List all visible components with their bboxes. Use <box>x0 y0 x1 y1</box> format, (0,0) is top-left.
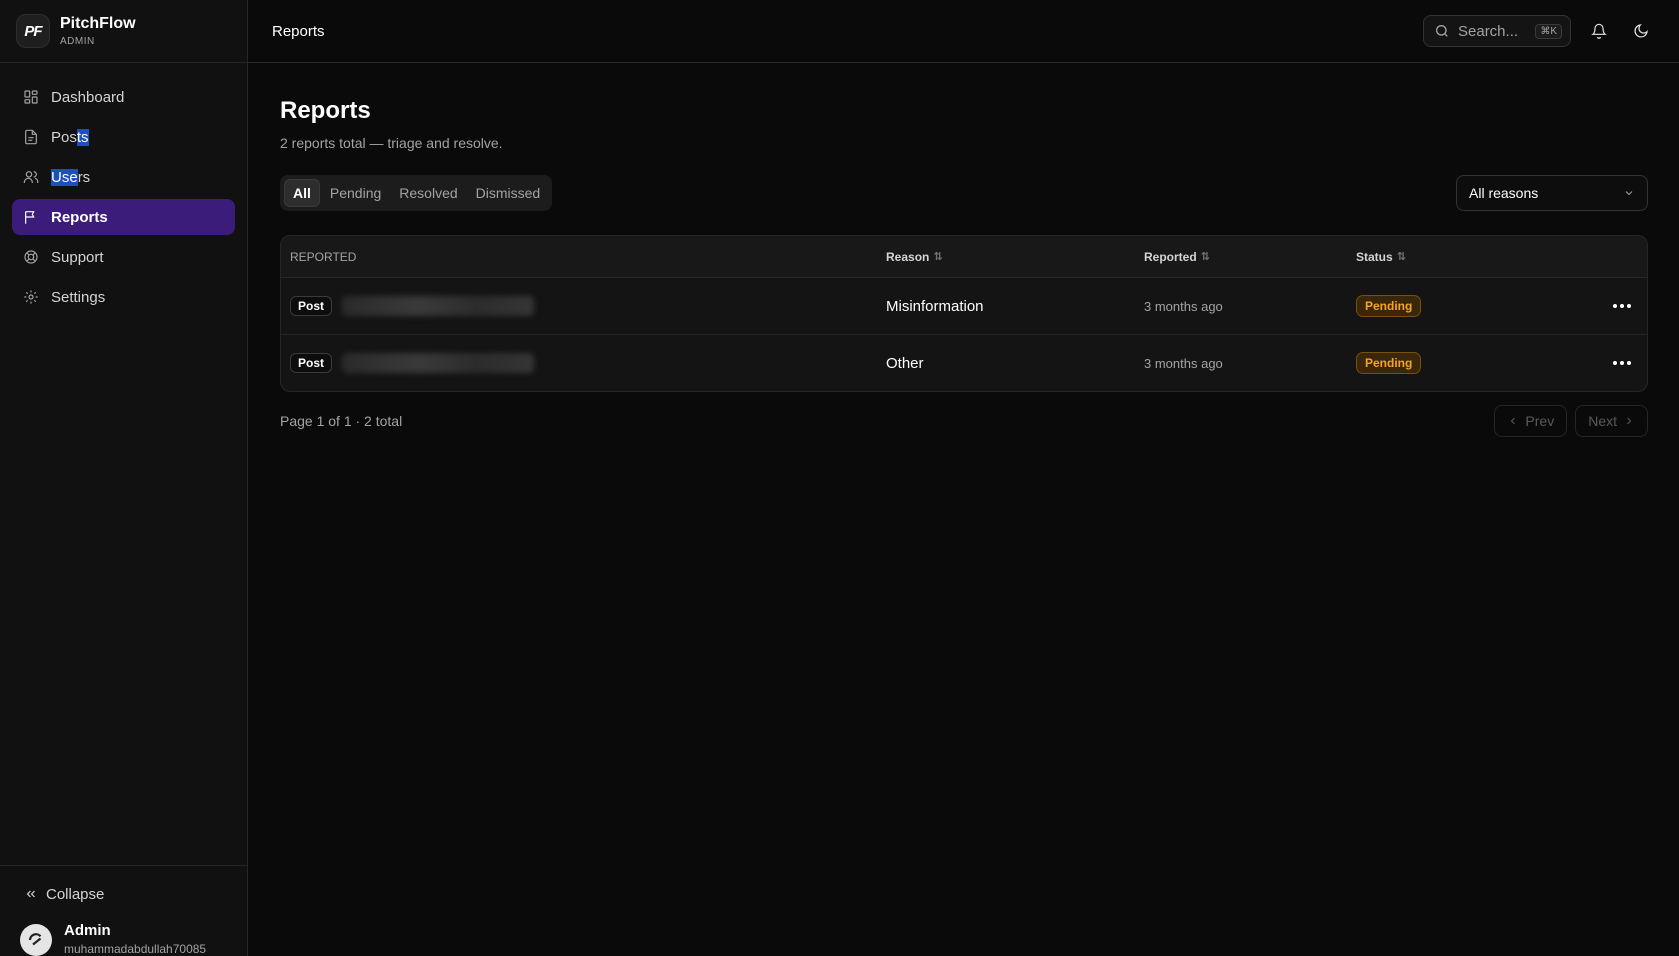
sort-icon: ⇅ <box>1396 251 1406 263</box>
reason-text: Misinformation <box>886 297 984 315</box>
brand-name: PitchFlow <box>60 15 136 33</box>
collapse-button[interactable]: Collapse <box>0 866 247 922</box>
sidebar-item-label: Support <box>51 248 104 266</box>
brand[interactable]: PF PitchFlow ADMIN <box>0 0 247 63</box>
chevron-left-icon <box>1511 417 1516 425</box>
top-bar: Reports Search... ⌘K <box>248 0 1679 63</box>
shortcut-hint: ⌘K <box>1535 23 1562 39</box>
sidebar-footer: Collapse Admin muhammadabdullah70085 <box>0 865 247 956</box>
column-header-reported: REPORTED <box>290 249 357 264</box>
sidebar-item-dashboard[interactable]: Dashboard <box>12 79 235 115</box>
bell-icon <box>1591 23 1607 39</box>
sidebar-item-users[interactable]: Users <box>12 159 235 195</box>
page-subtitle: 2 reports total — triage and resolve. <box>280 135 503 151</box>
redacted-content <box>342 296 535 316</box>
gear-icon <box>24 290 38 304</box>
text-selection: Use <box>51 168 78 186</box>
pagination: Page 1 of 1 · 2 total Prev Next <box>280 405 1648 437</box>
file-icon <box>25 129 37 145</box>
avatar <box>20 924 52 956</box>
reported-time: 3 months ago <box>1144 299 1223 314</box>
avatar-logo-icon <box>28 933 42 946</box>
prev-button[interactable]: Prev <box>1494 405 1568 437</box>
user-profile[interactable]: Admin muhammadabdullah70085 <box>0 922 247 956</box>
sidebar-item-label: Users <box>51 168 91 186</box>
sidebar-item-label: Reports <box>51 208 108 226</box>
sidebar-item-support[interactable]: Support <box>12 239 235 275</box>
reason-filter-value: All reasons <box>1469 185 1539 201</box>
users-icon <box>23 171 39 183</box>
search-input[interactable]: Search... ⌘K <box>1423 15 1571 47</box>
sidebar-item-label: Posts <box>51 128 89 146</box>
status-badge: Pending <box>1356 352 1422 374</box>
collapse-label: Collapse <box>46 885 105 903</box>
sidebar-nav: Dashboard Posts Users Reports Support Se… <box>0 63 247 331</box>
notifications-button[interactable] <box>1585 17 1613 45</box>
moon-icon <box>1634 24 1648 38</box>
column-header-reason[interactable]: Reason ⇅ <box>886 250 1126 264</box>
chevrons-left-icon <box>26 890 35 898</box>
redacted-content <box>342 353 535 373</box>
next-button[interactable]: Next <box>1575 405 1648 437</box>
lifebuoy-icon <box>24 250 38 264</box>
search-placeholder: Search... <box>1458 22 1519 40</box>
sidebar-item-label: Dashboard <box>51 88 125 106</box>
grid-icon <box>24 90 38 104</box>
chevron-down-icon <box>1625 191 1633 196</box>
reports-table: REPORTED Reason ⇅ Reported ⇅ Status ⇅ Post … <box>280 235 1648 392</box>
reported-time: 3 months ago <box>1144 356 1223 371</box>
column-header-status[interactable]: Status ⇅ <box>1356 250 1568 264</box>
sidebar-item-settings[interactable]: Settings <box>12 279 235 315</box>
type-chip: Post <box>290 296 333 316</box>
table-header: REPORTED Reason ⇅ Reported ⇅ Status ⇅ <box>281 236 1647 277</box>
tab-pending[interactable]: Pending <box>322 179 389 207</box>
brand-logo: PF <box>16 14 50 48</box>
sidebar: PF PitchFlow ADMIN Dashboard Posts Users… <box>0 0 248 956</box>
type-chip: Post <box>290 353 333 373</box>
user-name: Admin <box>64 922 111 939</box>
reason-filter-select[interactable]: All reasons <box>1456 175 1648 211</box>
tab-dismissed[interactable]: Dismissed <box>468 179 549 207</box>
filter-toolbar: All Pending Resolved Dismissed All reaso… <box>280 175 1648 211</box>
tab-all[interactable]: All <box>284 179 320 207</box>
breadcrumb: Reports <box>272 22 325 40</box>
chevron-right-icon <box>1627 417 1632 425</box>
page-title: Reports <box>280 97 371 124</box>
sort-icon: ⇅ <box>933 251 943 263</box>
main-content: Reports 2 reports total — triage and res… <box>280 63 1648 437</box>
text-selection: ts <box>76 128 89 146</box>
tab-resolved[interactable]: Resolved <box>391 179 465 207</box>
table-row[interactable]: Post Other 3 months ago Pending <box>281 334 1647 391</box>
brand-subtitle: ADMIN <box>60 35 95 47</box>
flag-icon <box>25 211 35 224</box>
search-icon <box>1436 25 1448 37</box>
sidebar-item-reports[interactable]: Reports <box>12 199 235 235</box>
table-row[interactable]: Post Misinformation 3 months ago Pending <box>281 277 1647 334</box>
reason-text: Other <box>886 354 924 372</box>
more-actions-button[interactable] <box>1613 304 1631 308</box>
sidebar-item-posts[interactable]: Posts <box>12 119 235 155</box>
column-header-reported-at[interactable]: Reported ⇅ <box>1144 250 1338 264</box>
status-tabs: All Pending Resolved Dismissed <box>280 175 553 211</box>
more-actions-button[interactable] <box>1613 361 1631 365</box>
sort-icon: ⇅ <box>1200 251 1210 263</box>
user-email: muhammadabdullah70085 <box>64 942 207 956</box>
theme-toggle-button[interactable] <box>1627 17 1655 45</box>
status-badge: Pending <box>1356 295 1422 317</box>
sidebar-item-label: Settings <box>51 288 106 306</box>
page-info: Page 1 of 1 · 2 total <box>280 413 403 429</box>
